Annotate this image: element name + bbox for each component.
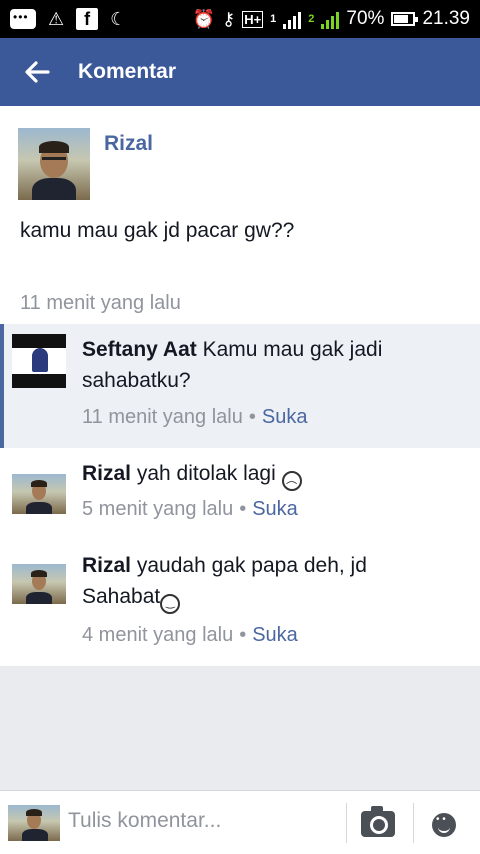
avatar[interactable] bbox=[18, 128, 90, 200]
meta-separator: • bbox=[239, 498, 247, 520]
emoji-icon[interactable] bbox=[432, 813, 456, 837]
comment-text: Rizal yaudah gak papa deh, jd Sahabat ‿ bbox=[82, 550, 422, 614]
back-arrow-icon[interactable] bbox=[22, 57, 52, 87]
comment-timestamp: 5 menit yang lalu bbox=[82, 498, 234, 520]
meta-separator: • bbox=[248, 406, 256, 428]
avatar bbox=[8, 805, 60, 841]
sim1-badge: 1 bbox=[270, 13, 277, 25]
status-bar: ⚠ f ☾ ⏰ ⚷ H+ 1 2 70% 21.39 bbox=[0, 0, 480, 38]
comment-meta: 5 menit yang lalu • Suka bbox=[82, 498, 298, 521]
notification-icons: ⚠ f ☾ bbox=[10, 8, 126, 30]
like-button[interactable]: Suka bbox=[252, 624, 298, 646]
alarm-icon: ⏰ bbox=[192, 9, 215, 29]
divider bbox=[346, 803, 347, 843]
comment-item: Rizal yaudah gak papa deh, jd Sahabat ‿ 4… bbox=[0, 540, 480, 666]
signal-sim2-icon bbox=[321, 9, 340, 29]
post-text: kamu mau gak jd pacar gw?? bbox=[20, 219, 295, 242]
divider bbox=[413, 803, 414, 843]
avatar[interactable] bbox=[12, 564, 66, 604]
comment-meta: 11 menit yang lalu • Suka bbox=[82, 406, 307, 429]
page-title: Komentar bbox=[78, 60, 177, 83]
facebook-icon: f bbox=[76, 8, 99, 30]
post-timestamp: 11 menit yang lalu bbox=[20, 292, 181, 314]
warning-icon: ⚠ bbox=[48, 9, 65, 29]
avatar[interactable] bbox=[12, 334, 66, 388]
app-bar: Komentar bbox=[0, 38, 480, 106]
chat-icon bbox=[10, 9, 36, 29]
camera-icon[interactable] bbox=[361, 806, 395, 837]
comment-timestamp: 11 menit yang lalu bbox=[82, 406, 243, 428]
signal-sim1-icon bbox=[283, 9, 302, 29]
comment-author[interactable]: Rizal bbox=[82, 554, 131, 577]
like-button[interactable]: Suka bbox=[262, 406, 308, 428]
meta-separator: • bbox=[239, 624, 247, 646]
system-icons: ⏰ ⚷ H+ 1 2 70% 21.39 bbox=[193, 8, 470, 30]
avatar[interactable] bbox=[12, 474, 66, 514]
comment-composer: Tulis komentar... bbox=[0, 790, 480, 854]
comment-text: Rizal yah ditolak lagi ︵ bbox=[82, 458, 422, 491]
post-author[interactable]: Rizal bbox=[104, 132, 153, 156]
like-button[interactable]: Suka bbox=[252, 498, 298, 520]
key-icon: ⚷ bbox=[222, 9, 236, 29]
comment-author[interactable]: Seftany Aat bbox=[82, 338, 197, 361]
network-type: H+ bbox=[242, 10, 264, 28]
grin-face-icon: ‿ bbox=[160, 594, 181, 614]
comment-text: Seftany Aat Kamu mau gak jadi sahabatku? bbox=[82, 334, 422, 396]
comment-item: Rizal yah ditolak lagi ︵ 5 menit yang la… bbox=[0, 448, 480, 540]
moon-icon: ☾ bbox=[110, 9, 127, 29]
comment-body: yah ditolak lagi bbox=[136, 462, 276, 485]
comment-author[interactable]: Rizal bbox=[82, 462, 131, 485]
sim2-badge: 2 bbox=[308, 13, 315, 25]
comment-input[interactable]: Tulis komentar... bbox=[68, 809, 221, 833]
comment-timestamp: 4 menit yang lalu bbox=[82, 624, 234, 646]
battery-icon bbox=[391, 12, 419, 26]
original-post: Rizal kamu mau gak jd pacar gw?? 11 meni… bbox=[0, 106, 480, 324]
sad-face-icon: ︵ bbox=[281, 471, 302, 491]
battery-percent: 70% bbox=[346, 8, 385, 29]
comment-meta: 4 menit yang lalu • Suka bbox=[82, 624, 298, 647]
clock: 21.39 bbox=[422, 8, 470, 29]
comment-item: Seftany Aat Kamu mau gak jadi sahabatku?… bbox=[0, 324, 480, 448]
